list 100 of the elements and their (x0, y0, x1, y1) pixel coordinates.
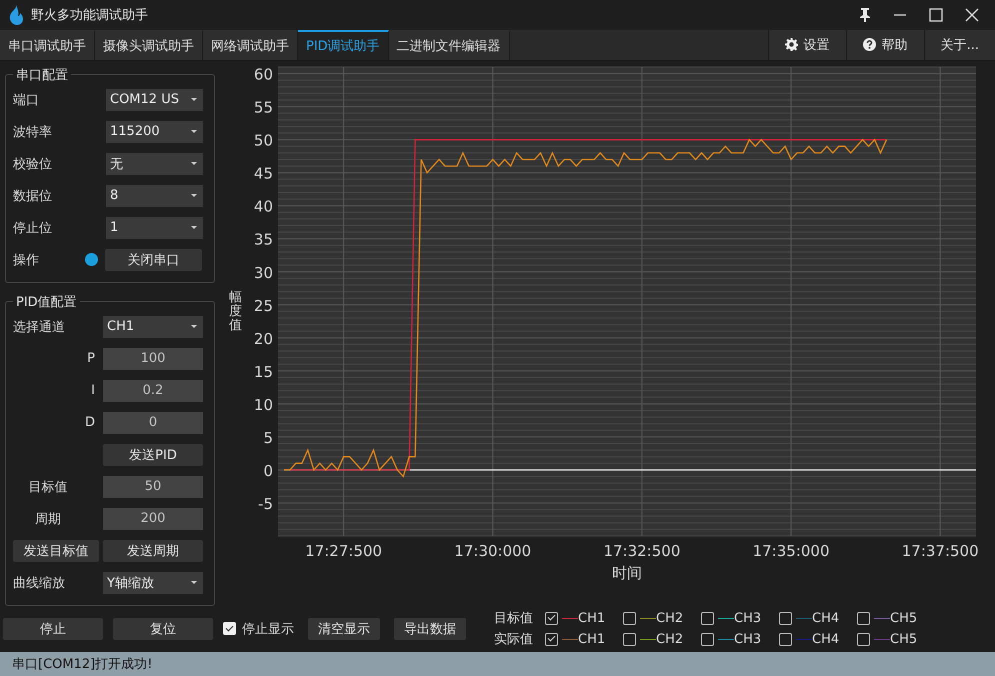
caret-icon (191, 162, 197, 166)
dropdown[interactable]: Y轴缩放 (103, 572, 203, 594)
checkbox[interactable] (623, 612, 636, 625)
help-icon (862, 38, 876, 52)
legend-label: CH4 (812, 632, 840, 647)
field-label: I (90, 383, 95, 398)
window-title: 野火多功能调试助手 (31, 6, 148, 24)
tab[interactable]: 摄像头调试助手 (95, 30, 203, 60)
axis-tick-label: 17:32:500 (603, 542, 680, 560)
axis-tick-label: 35 (254, 230, 273, 248)
field-label: 波特率 (13, 124, 53, 141)
group-title: PID值配置 (15, 294, 78, 311)
dropdown[interactable]: 无 (106, 152, 203, 175)
legend-label: CH1 (578, 610, 606, 626)
axis-tick-label: 17:27:500 (305, 542, 382, 560)
axis-tick-label: 17:35:000 (752, 542, 830, 560)
legend-label: CH2 (656, 632, 684, 647)
tab[interactable]: 串口调试助手 (0, 30, 95, 60)
tab[interactable]: 二进制文件编辑器 (388, 30, 510, 60)
checkbox[interactable] (779, 612, 792, 625)
checkbox[interactable] (623, 632, 636, 646)
axis-tick-label: 17:30:000 (454, 542, 532, 560)
axis-tick-label: 40 (254, 197, 273, 216)
axis-tick-label: 55 (254, 98, 273, 116)
axis-tick-label: 60 (254, 65, 273, 84)
field-label: 周期 (34, 510, 62, 528)
group-title: 串口配置 (15, 66, 69, 84)
axis-title: 时间 (612, 564, 642, 582)
legend-label: CH3 (734, 610, 762, 626)
legend-label: CH5 (890, 610, 918, 626)
tab[interactable]: PID调试助手 (298, 30, 389, 60)
menu-button[interactable]: 关于... (924, 30, 995, 60)
caret-icon (191, 130, 197, 134)
checkbox[interactable] (779, 632, 792, 646)
close-port-button[interactable]: 关闭串口 (105, 248, 202, 271)
maximize-icon[interactable] (929, 8, 943, 22)
legend-label: 目标值 (494, 610, 533, 628)
axis-tick-label: 15 (254, 362, 273, 380)
dropdown[interactable]: 1 (106, 216, 203, 239)
close-icon[interactable] (965, 8, 979, 22)
send-period-button[interactable]: 发送周期 (103, 540, 203, 562)
field-label: 端口 (13, 92, 40, 109)
caret-icon (191, 581, 197, 584)
axis-tick-label: 5 (263, 428, 273, 446)
field-label: 校验位 (13, 156, 53, 173)
field-label: 停止位 (13, 220, 53, 237)
axis-tick-label: 30 (254, 263, 273, 282)
caret-icon (191, 325, 197, 328)
field-label: 操作 (13, 252, 40, 269)
dropdown[interactable]: 115200 (106, 120, 203, 143)
checkbox[interactable] (857, 612, 870, 625)
input-field[interactable]: 0.2 (103, 380, 203, 402)
menu-button[interactable]: 设置 (768, 30, 846, 60)
axis-tick-label: 17:37:500 (902, 542, 979, 560)
axis-tick-label: 25 (254, 296, 273, 314)
send-pid-button[interactable]: 发送PID (103, 444, 203, 466)
axis-tick-label: 10 (254, 395, 273, 414)
input-field[interactable]: 100 (103, 348, 203, 370)
checkbox-label: 停止显示 (242, 620, 294, 638)
input-field[interactable]: 50 (103, 476, 203, 498)
input-field[interactable]: 200 (103, 508, 203, 530)
caret-icon (191, 98, 197, 102)
status-text: 串口[COM12]打开成功! (12, 656, 152, 674)
dropdown[interactable]: CH1 (103, 316, 203, 338)
axis-tick-label: -5 (258, 494, 273, 512)
field-label: 曲线缩放 (13, 574, 66, 592)
menu-button[interactable]: 帮助 (846, 30, 924, 60)
clear-button[interactable]: 清空显示 (308, 618, 380, 640)
axis-tick-label: 45 (254, 164, 273, 182)
field-label: 数据位 (13, 188, 53, 205)
caret-icon (191, 226, 197, 230)
field-label: 选择通道 (13, 318, 66, 336)
checkbox[interactable] (545, 632, 558, 646)
legend-label: CH1 (578, 632, 606, 647)
checkbox[interactable] (857, 632, 870, 646)
dropdown[interactable]: COM12 US (106, 88, 203, 111)
axis-tick-label: 20 (254, 329, 273, 348)
field-label: 目标值 (28, 478, 68, 496)
settings-icon (784, 38, 798, 52)
flame-icon (8, 4, 24, 25)
legend-label: CH4 (812, 610, 840, 626)
export-button[interactable]: 导出数据 (394, 618, 466, 640)
stop-button[interactable]: 停止 (3, 618, 103, 640)
legend-label: 实际值 (494, 631, 533, 648)
legend-label: CH3 (734, 632, 762, 647)
input-field[interactable]: 0 (103, 412, 203, 434)
field-label: P (86, 351, 95, 366)
axis-title: 幅度值 (229, 290, 242, 334)
send-target-button[interactable]: 发送目标值 (13, 540, 99, 562)
dropdown[interactable]: 8 (106, 184, 203, 207)
reset-button[interactable]: 复位 (113, 618, 213, 640)
checkbox[interactable] (701, 612, 714, 625)
pin-icon[interactable] (859, 8, 871, 22)
checkbox[interactable] (701, 632, 714, 646)
legend-label: CH2 (656, 610, 684, 626)
legend-label: CH5 (890, 632, 918, 647)
field-label: D (84, 415, 95, 430)
tab[interactable]: 网络调试助手 (203, 30, 298, 60)
checkbox[interactable] (545, 612, 558, 625)
caret-icon (191, 194, 197, 198)
